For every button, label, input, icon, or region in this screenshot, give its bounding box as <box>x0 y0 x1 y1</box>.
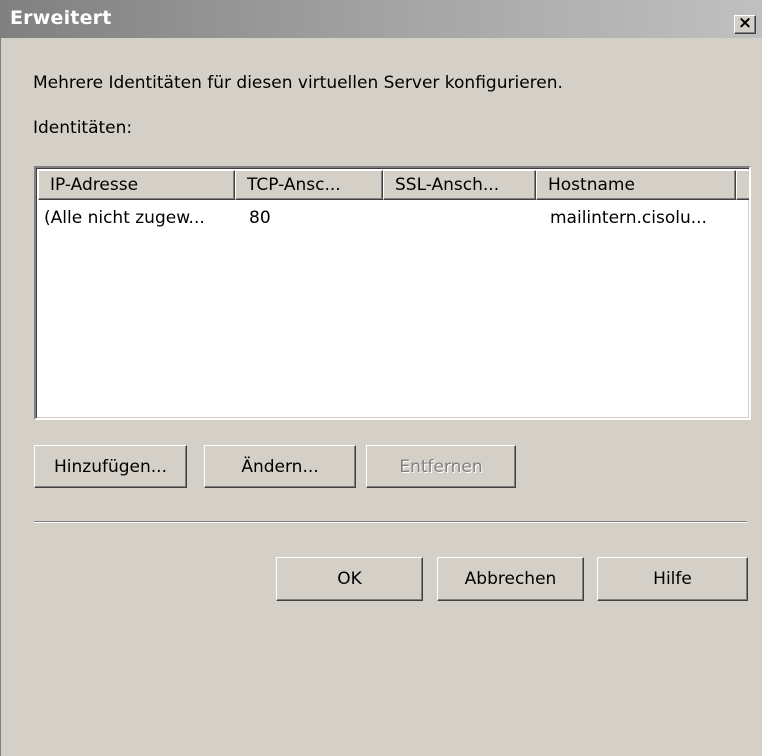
identities-label: Identitäten: <box>33 118 133 138</box>
description-text: Mehrere Identitäten für diesen virtuelle… <box>33 73 563 93</box>
column-header-tcp[interactable]: TCP-Ansc... <box>235 170 383 200</box>
title-bar[interactable]: Erweitert × <box>1 0 762 38</box>
remove-button[interactable]: Entfernen <box>366 445 516 488</box>
help-button[interactable]: Hilfe <box>597 557 748 601</box>
edit-button[interactable]: Ändern... <box>204 445 356 488</box>
close-button[interactable]: × <box>734 13 756 34</box>
separator <box>34 521 747 523</box>
table-row[interactable]: (Alle nicht zugew... 80 mailintern.cisol… <box>38 203 749 233</box>
window-title: Erweitert <box>10 7 112 29</box>
ok-button[interactable]: OK <box>276 557 423 601</box>
cell-ip: (Alle nicht zugew... <box>44 208 205 228</box>
column-header-ip[interactable]: IP-Adresse <box>38 170 235 200</box>
cell-ssl <box>395 203 531 233</box>
identities-list[interactable]: IP-Adresse TCP-Ansc... SSL-Ansch... Host… <box>34 166 751 420</box>
close-icon: × <box>737 13 753 33</box>
column-header-ssl[interactable]: SSL-Ansch... <box>383 170 536 200</box>
list-header: IP-Adresse TCP-Ansc... SSL-Ansch... Host… <box>38 170 749 200</box>
column-header-filler <box>736 170 749 200</box>
cell-tcp: 80 <box>249 208 271 228</box>
cell-hostname: mailintern.cisolu... <box>550 208 707 228</box>
add-button[interactable]: Hinzufügen... <box>34 445 187 488</box>
column-header-hostname[interactable]: Hostname <box>536 170 736 200</box>
dialog-window: Erweitert × Mehrere Identitäten für dies… <box>0 0 762 756</box>
cancel-button[interactable]: Abbrechen <box>437 557 584 601</box>
